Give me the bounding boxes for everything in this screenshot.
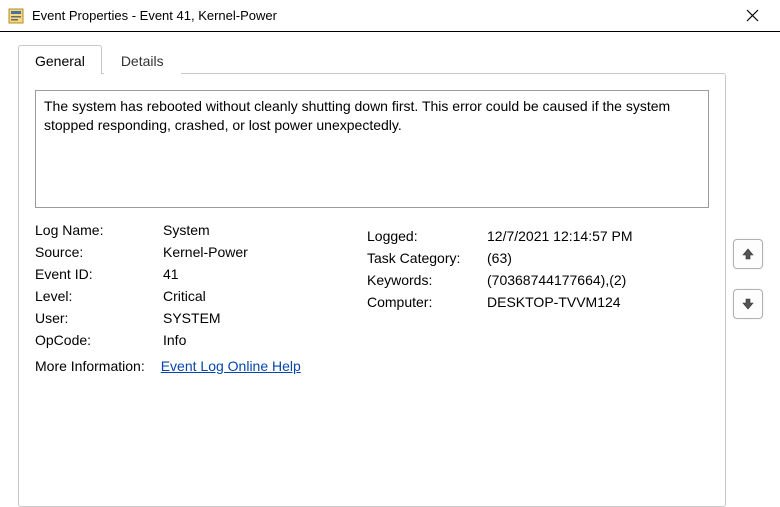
value-user: SYSTEM (163, 310, 343, 326)
window-title: Event Properties - Event 41, Kernel-Powe… (32, 8, 732, 23)
details-col-right: Logged: 12/7/2021 12:14:57 PM Task Categ… (367, 222, 707, 374)
label-level: Level: (35, 288, 163, 304)
value-level: Critical (163, 288, 343, 304)
tabs: General Details (18, 45, 726, 74)
prev-event-button[interactable] (733, 239, 763, 269)
more-info-row: More Information: Event Log Online Help (35, 358, 343, 374)
arrow-up-icon (741, 247, 755, 261)
value-task-category: (63) (487, 250, 707, 266)
value-source: Kernel-Power (163, 244, 343, 260)
value-keywords: (70368744177664),(2) (487, 272, 707, 288)
label-user: User: (35, 310, 163, 326)
value-event-id: 41 (163, 266, 343, 282)
value-computer: DESKTOP-TVVM124 (487, 294, 707, 310)
value-log-name: System (163, 222, 343, 238)
titlebar: Event Properties - Event 41, Kernel-Powe… (0, 0, 780, 32)
tab-body-general: The system has rebooted without cleanly … (18, 73, 726, 507)
label-more-info: More Information: (35, 358, 145, 374)
value-opcode: Info (163, 332, 343, 348)
label-logged: Logged: (367, 228, 487, 244)
tab-general[interactable]: General (18, 45, 102, 74)
label-task-category: Task Category: (367, 250, 487, 266)
side-nav (726, 44, 770, 507)
label-computer: Computer: (367, 294, 487, 310)
value-logged: 12/7/2021 12:14:57 PM (487, 228, 707, 244)
close-button[interactable] (732, 2, 772, 30)
close-icon (746, 9, 759, 22)
arrow-down-icon (741, 297, 755, 311)
next-event-button[interactable] (733, 289, 763, 319)
label-log-name: Log Name: (35, 222, 163, 238)
tab-details[interactable]: Details (104, 45, 181, 74)
label-keywords: Keywords: (367, 272, 487, 288)
label-source: Source: (35, 244, 163, 260)
details-grid: Log Name: System Source: Kernel-Power Ev… (35, 222, 709, 374)
label-opcode: OpCode: (35, 332, 163, 348)
details-col-left: Log Name: System Source: Kernel-Power Ev… (35, 222, 343, 374)
main-panel: General Details The system has rebooted … (18, 44, 726, 507)
label-event-id: Event ID: (35, 266, 163, 282)
event-description[interactable]: The system has rebooted without cleanly … (35, 90, 709, 208)
link-event-log-help[interactable]: Event Log Online Help (161, 358, 301, 374)
content: General Details The system has rebooted … (0, 32, 780, 507)
app-icon (8, 8, 24, 24)
